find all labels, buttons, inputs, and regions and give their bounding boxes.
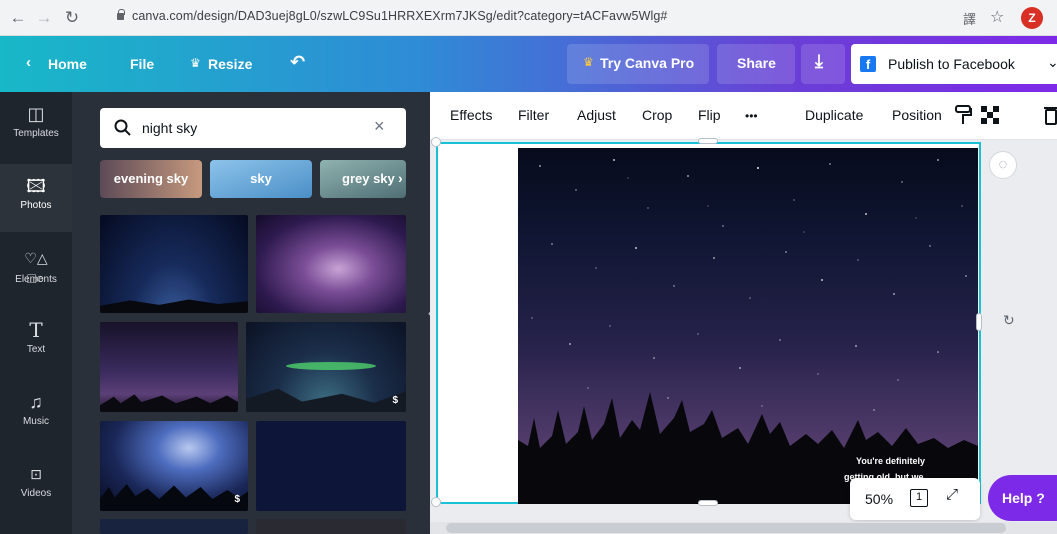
chip-evening-sky[interactable]: evening sky [100, 160, 202, 198]
photos-icon: 🖾 [26, 176, 46, 196]
resize-handle[interactable] [431, 137, 441, 147]
download-button[interactable]: ⤓ [801, 44, 845, 84]
rail-item-videos[interactable]: ⊡ Videos [0, 452, 72, 520]
clear-search-icon[interactable]: × [374, 116, 385, 137]
scrollbar-thumb[interactable] [446, 523, 1006, 533]
rail-label-videos: Videos [20, 488, 52, 499]
photo-thumbnail[interactable]: $ [246, 322, 406, 412]
crown-icon: ♛ [583, 55, 594, 69]
share-button[interactable]: Share [717, 44, 795, 84]
publish-label: Publish to Facebook [888, 56, 1015, 72]
resize-handle[interactable] [976, 313, 982, 331]
rail-label-elements: Elements [15, 274, 57, 285]
trash-icon[interactable] [1044, 105, 1057, 125]
chevron-left-icon: ‹ [26, 54, 31, 71]
rail-item-music[interactable]: ♫ Music [0, 380, 72, 448]
more-options-button[interactable]: ••• [745, 109, 758, 123]
rail-label-text: Text [26, 344, 46, 355]
download-icon: ⤓ [815, 51, 823, 71]
night-sky-image [518, 159, 978, 504]
browser-toolbar: ← → ↻ canva.com/design/DAD3uej8gL0/szwLC… [0, 0, 1057, 36]
profile-avatar[interactable]: Z [1021, 7, 1043, 29]
photo-thumbnail[interactable] [256, 215, 406, 313]
videos-icon: ⊡ [30, 466, 42, 482]
file-menu[interactable]: File [130, 56, 154, 72]
overlay-text-line1[interactable]: You're definitely [856, 456, 925, 466]
photo-thumbnail[interactable] [256, 421, 406, 511]
flip-button[interactable]: Flip [698, 107, 721, 123]
chevron-down-icon[interactable]: ⌄ [1047, 54, 1057, 71]
elements-icon: ♡△ □○ [24, 250, 48, 286]
photo-thumbnail[interactable]: $ [100, 421, 248, 511]
zoom-level[interactable]: 50% [865, 491, 893, 507]
photo-thumbnail[interactable] [100, 322, 238, 412]
rail-label-photos: Photos [20, 200, 52, 211]
effects-button[interactable]: Effects [450, 107, 493, 123]
rail-item-templates[interactable]: ◫ Templates [0, 92, 72, 160]
side-navigation: ◫ Templates 🖾 Photos ♡△ □○ Elements T Tex… [0, 92, 72, 534]
resize-handle[interactable] [431, 497, 441, 507]
pro-badge: $ [234, 494, 240, 505]
page-count-icon[interactable]: 1 [910, 489, 928, 507]
position-button[interactable]: Position [892, 107, 942, 123]
selected-photo[interactable]: You're definitely getting old, but we [518, 148, 978, 504]
back-icon[interactable]: ← [6, 6, 30, 30]
chip-sky[interactable]: sky [210, 160, 312, 198]
rail-label-music: Music [22, 416, 50, 427]
music-icon: ♫ [29, 392, 43, 412]
search-value: night sky [142, 120, 198, 136]
rail-item-photos[interactable]: 🖾 Photos [0, 164, 72, 232]
chevron-right-icon[interactable]: › [398, 170, 403, 186]
photo-thumbnail[interactable] [100, 519, 248, 534]
comment-icon[interactable]: ◌ [989, 151, 1017, 179]
bookmark-star-icon[interactable]: ☆ [990, 7, 1004, 27]
editor-header: ‹ Home File ♛ Resize ↶ ♛ Try Canva Pro S… [0, 36, 1057, 92]
resize-handle[interactable] [698, 500, 718, 506]
transparency-icon[interactable] [981, 106, 999, 124]
fullscreen-icon[interactable]: ⤢ [946, 486, 958, 503]
rail-item-elements[interactable]: ♡△ □○ Elements [0, 236, 72, 304]
paint-roller-icon[interactable] [954, 104, 972, 126]
url-text[interactable]: canva.com/design/DAD3uej8gL0/szwLC9Su1HR… [132, 9, 667, 23]
resize-handle[interactable] [698, 138, 718, 144]
search-icon [114, 119, 131, 136]
publish-to-facebook-button[interactable]: Publish to Facebook ⌄ [851, 44, 1057, 84]
text-icon: T [29, 318, 43, 342]
crop-button[interactable]: Crop [642, 107, 672, 123]
pro-badge: $ [392, 395, 398, 406]
try-canva-pro-button[interactable]: ♛ Try Canva Pro [567, 44, 709, 84]
share-label: Share [737, 55, 776, 71]
reload-icon[interactable]: ↻ [60, 6, 84, 30]
undo-icon[interactable]: ↶ [290, 52, 305, 73]
translate-icon[interactable]: 譯 [963, 9, 976, 28]
facebook-icon: f [860, 56, 876, 72]
forward-icon[interactable]: → [32, 6, 56, 30]
filter-button[interactable]: Filter [518, 107, 549, 123]
search-input[interactable]: night sky × [100, 108, 406, 148]
zoom-controls: 50% 1 ⤢ [850, 478, 980, 520]
try-canva-pro-label: Try Canva Pro [600, 55, 695, 71]
lock-icon [117, 9, 125, 20]
templates-icon: ◫ [27, 104, 45, 124]
photo-thumbnail[interactable] [256, 519, 406, 534]
adjust-button[interactable]: Adjust [577, 107, 616, 123]
rail-item-text[interactable]: T Text [0, 308, 72, 376]
help-button[interactable]: Help ? [988, 475, 1057, 521]
duplicate-button[interactable]: Duplicate [805, 107, 863, 123]
resize-button[interactable]: Resize [208, 56, 252, 72]
chip-grey-sky[interactable]: grey sky [320, 160, 406, 198]
crown-icon: ♛ [190, 56, 201, 70]
rotate-icon[interactable]: ↻ [1003, 312, 1015, 329]
home-button[interactable]: Home [48, 56, 87, 72]
photo-thumbnail[interactable] [100, 215, 248, 313]
rail-label-templates: Templates [13, 128, 59, 139]
